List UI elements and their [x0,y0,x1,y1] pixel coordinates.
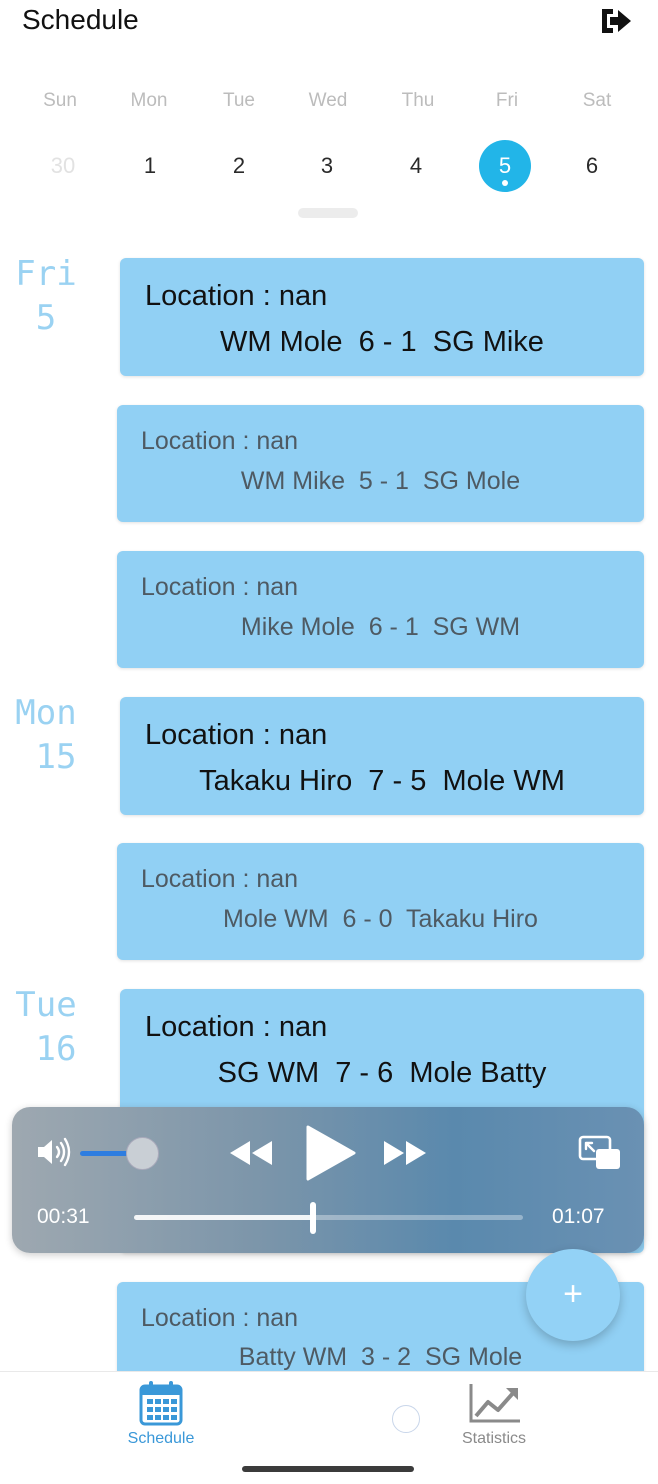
weekday-label: Tue [222,90,256,111]
weekday-label: Thu [401,90,435,111]
nav-label-statistics: Statistics [461,1430,526,1447]
volume-icon[interactable] [36,1137,74,1167]
match-score: WM Mike 5 - 1 SG Mole [240,467,521,495]
weekday-label: Wed [308,90,348,111]
agenda-day: 16 [35,1029,77,1069]
match-card[interactable]: Location : nan Mike Mole 6 - 1 SG WM [117,551,644,668]
match-score: Takaku Hiro 7 - 5 Mole WM [199,765,565,797]
match-location: Location : nan [141,427,299,455]
day-cell[interactable]: 6 [566,140,618,192]
seek-bar[interactable] [134,1215,523,1220]
volume-slider-knob[interactable] [125,1137,159,1170]
week-strip: Sun Mon Tue Wed Thu Fri Sat 30 1 2 3 4 5… [0,60,658,230]
agenda-weekday: Tue [15,985,77,1025]
agenda-date-tue-16: Tue 16 [8,983,84,1071]
agenda-weekday: Mon [15,693,77,733]
nav-item-schedule[interactable]: Schedule [101,1372,221,1452]
match-score: WM Mole 6 - 1 SG Mike [220,326,544,358]
match-score: Mole WM 6 - 0 Takaku Hiro [223,905,538,933]
play-icon[interactable] [302,1123,358,1183]
agenda-day: 15 [35,737,77,777]
home-indicator [242,1466,414,1472]
calendar-icon [139,1381,183,1426]
match-location: Location : nan [141,865,299,893]
week-expand-handle[interactable] [298,208,358,218]
chart-icon [469,1384,520,1423]
fast-forward-icon[interactable] [382,1137,430,1169]
current-time: 00:31 [37,1205,90,1228]
weekday-label: Mon [130,90,168,111]
seek-bar-knob[interactable] [309,1202,316,1234]
day-cell[interactable]: 30 [37,140,89,192]
weekday-label: Sun [43,90,77,111]
match-score: SG WM 7 - 6 Mole Batty [217,1057,547,1089]
rewind-icon[interactable] [226,1137,274,1169]
nav-center-indicator [392,1405,420,1433]
match-score: Mike Mole 6 - 1 SG WM [240,613,521,641]
match-location: Location : nan [141,1304,299,1332]
day-cell-selected[interactable]: 5 [479,140,531,192]
day-cell[interactable]: 4 [390,140,442,192]
agenda-day: 5 [35,298,57,338]
weekday-label: Sat [582,90,612,111]
agenda-date-fri-5: Fri 5 [8,252,84,340]
app-header: Schedule [0,0,658,60]
day-cell[interactable]: 1 [124,140,176,192]
agenda-weekday: Fri [15,254,77,294]
match-score: Batty WM 3 - 2 SG Mole [238,1343,523,1371]
day-cell[interactable]: 2 [213,140,265,192]
match-card[interactable]: Location : nan WM Mole 6 - 1 SG Mike [120,258,644,376]
nav-label-schedule: Schedule [127,1430,195,1447]
agenda-date-mon-15: Mon 15 [8,691,84,779]
total-time: 01:07 [552,1205,605,1228]
add-match-button[interactable]: + [526,1249,620,1341]
match-card[interactable]: Location : nan Takaku Hiro 7 - 5 Mole WM [120,697,644,815]
weekday-label: Fri [495,90,519,111]
picture-in-picture-icon[interactable] [578,1135,622,1171]
media-player-overlay: 00:31 01:07 [12,1107,644,1253]
day-cell[interactable]: 3 [301,140,353,192]
nav-item-statistics[interactable]: Statistics [434,1372,554,1452]
page-title: Schedule [22,4,139,35]
match-card[interactable]: Location : nan Mole WM 6 - 0 Takaku Hiro [117,843,644,960]
match-location: Location : nan [145,280,328,312]
match-location: Location : nan [145,1011,328,1043]
seek-bar-fill [134,1215,313,1220]
match-location: Location : nan [145,719,328,751]
match-location: Location : nan [141,573,299,601]
bottom-navigation: Schedule Statistics [0,1371,658,1484]
match-card[interactable]: Location : nan WM Mike 5 - 1 SG Mole [117,405,644,522]
exit-icon[interactable] [598,4,634,38]
